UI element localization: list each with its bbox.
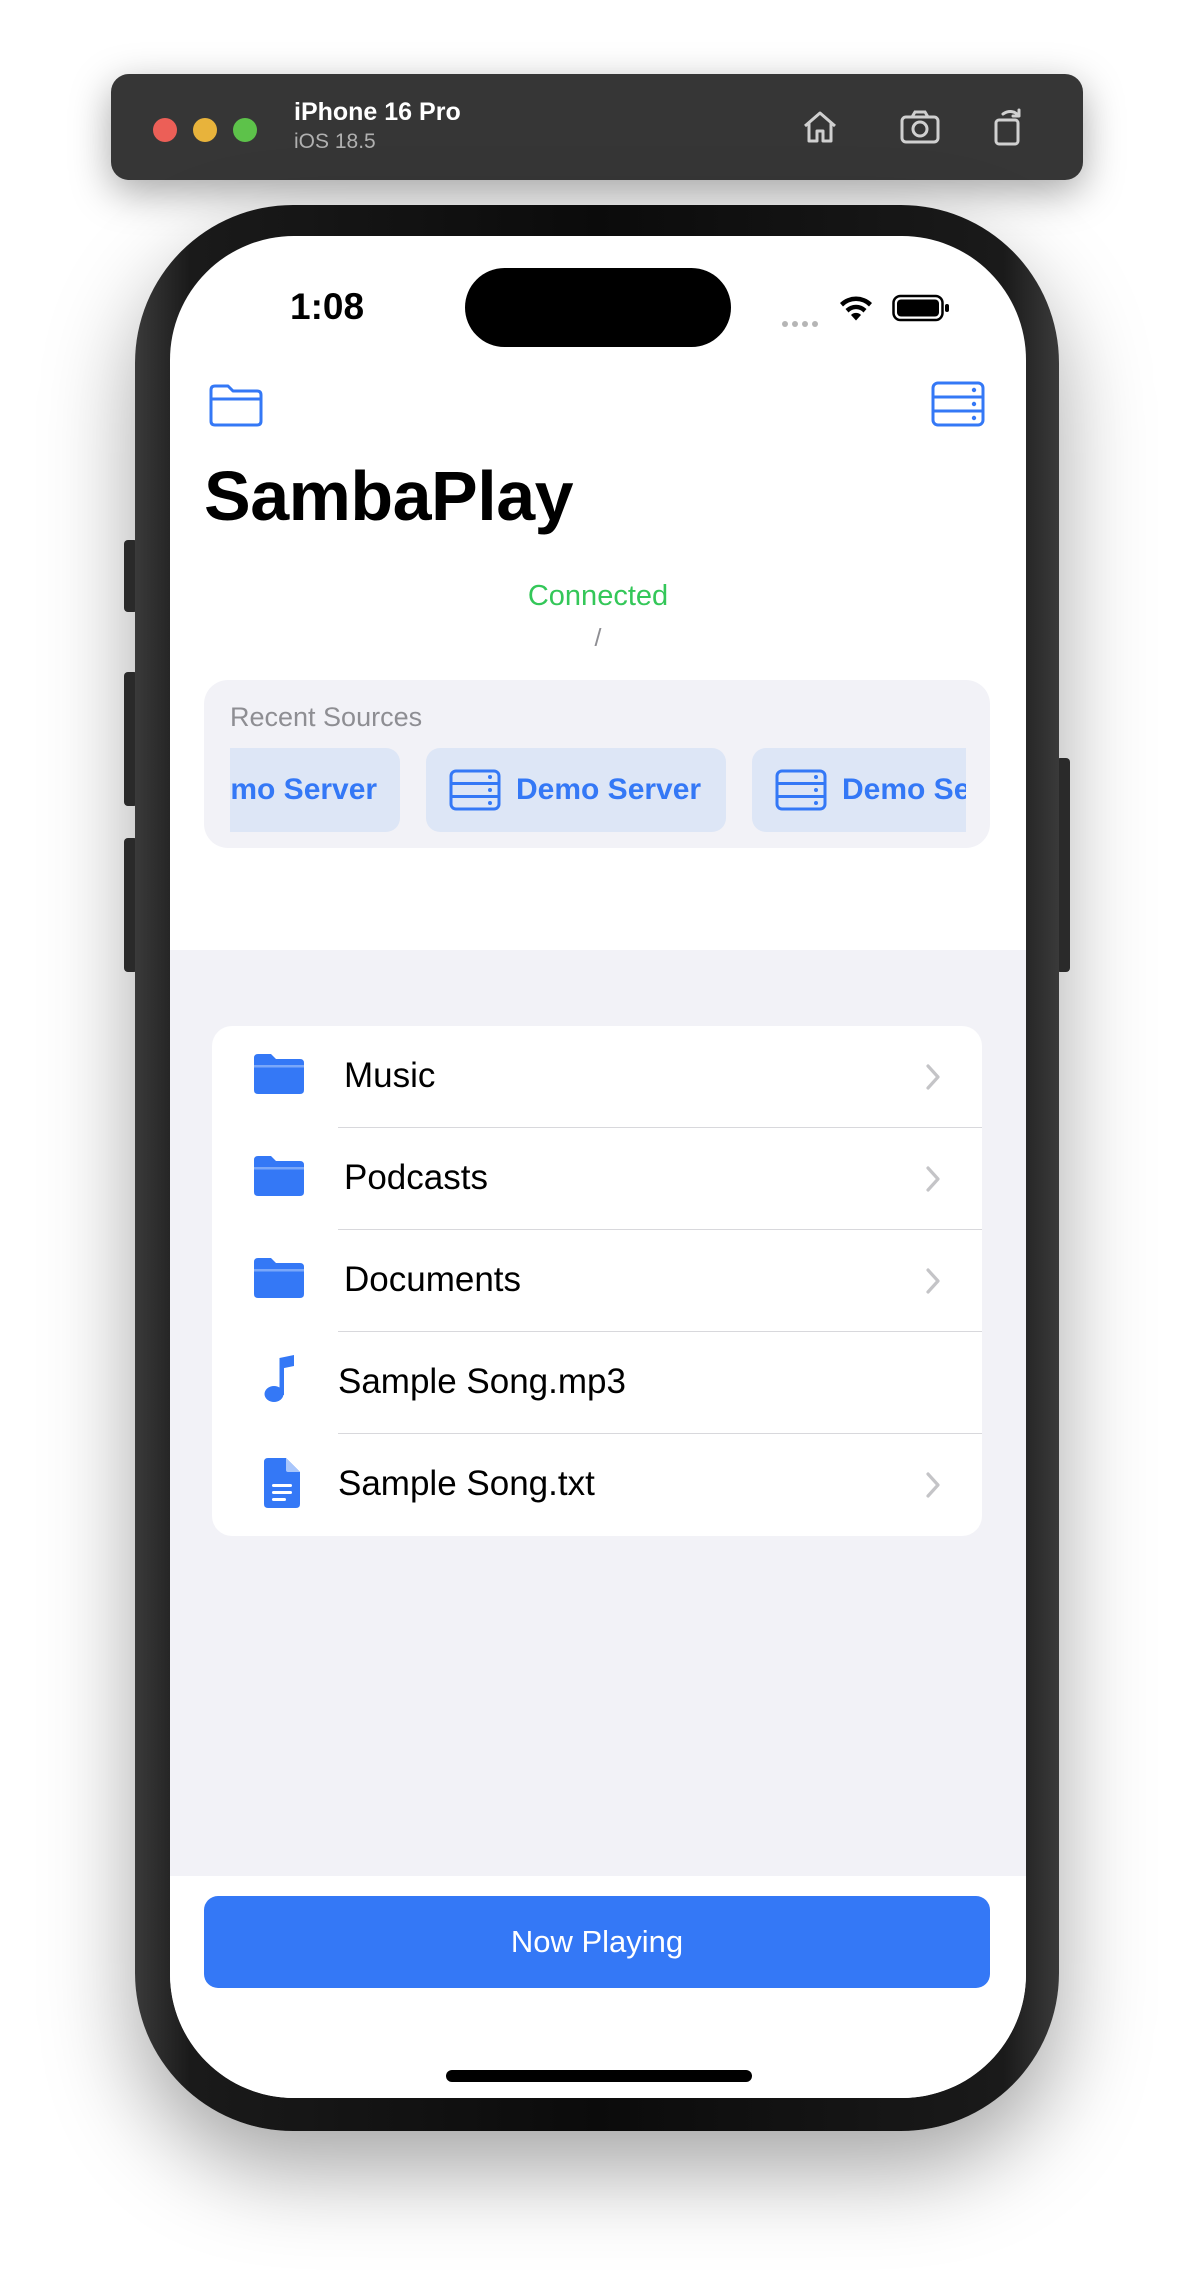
phone-screen: 1:08 SambaPlay Connected / Recent Source… [170,236,1026,2098]
device-name: iPhone 16 Pro [294,98,461,126]
simulator-toolbar: iPhone 16 Pro iOS 18.5 [111,74,1083,180]
status-time: 1:08 [290,286,365,327]
file-row-documents[interactable]: Documents [212,1230,982,1332]
server-rack-icon [931,381,985,427]
now-playing-button[interactable]: Now Playing [204,1896,990,1988]
minimize-window-button[interactable] [193,118,217,142]
folder-icon [252,1154,306,1204]
document-icon [262,1456,316,1508]
folder-browse-button[interactable] [208,382,264,433]
recent-source-chip[interactable]: Demo Server [230,748,400,832]
home-icon[interactable] [795,102,845,152]
chevron-right-icon [924,1062,942,1097]
file-name: Sample Song.mp3 [338,1362,626,1401]
os-version: iOS 18.5 [294,130,376,153]
app-title: SambaPlay [204,457,574,535]
cellular-signal-icon [782,314,826,327]
screenshot-icon[interactable] [895,102,945,152]
file-list: Music Podcasts Documents Sample Song.mp3… [212,1026,982,1536]
recent-source-chip[interactable]: Demo Server [426,748,726,832]
chevron-right-icon [924,1164,942,1199]
music-note-icon [262,1354,316,1404]
current-path: / [594,624,602,652]
file-name: Music [344,1056,436,1095]
servers-button[interactable] [930,380,986,433]
folder-outline-icon [209,384,263,427]
chevron-right-icon [924,1266,942,1301]
home-indicator[interactable] [446,2070,752,2082]
file-row-podcasts[interactable]: Podcasts [212,1128,982,1230]
wifi-icon [838,293,874,328]
zoom-window-button[interactable] [233,118,257,142]
file-row-music[interactable]: Music [212,1026,982,1128]
file-row-sample-song-mp3[interactable]: Sample Song.mp3 [212,1332,982,1434]
folder-icon [252,1256,306,1306]
battery-icon [892,293,950,328]
server-icon [449,769,501,811]
recent-source-label: Demo Server [230,773,378,806]
file-name: Documents [344,1260,522,1299]
dynamic-island [465,268,731,347]
file-name: Podcasts [344,1158,488,1197]
recent-sources-header: Recent Sources [230,702,423,732]
rotate-icon[interactable] [983,102,1033,152]
server-icon [775,769,827,811]
chevron-right-icon [924,1470,942,1505]
connection-status: Connected [527,580,669,612]
recent-sources-card: Recent Sources Demo Server Demo Server [204,680,990,848]
recent-source-chip[interactable]: Demo Server [752,748,966,832]
recent-source-label: Demo Server [516,773,702,806]
close-window-button[interactable] [153,118,177,142]
file-row-sample-song-txt[interactable]: Sample Song.txt [212,1434,982,1536]
folder-icon [252,1052,306,1102]
recent-source-label: Demo Server [842,773,966,806]
file-name: Sample Song.txt [338,1464,595,1503]
recent-sources-scroller[interactable]: Demo Server Demo Server [230,748,966,832]
